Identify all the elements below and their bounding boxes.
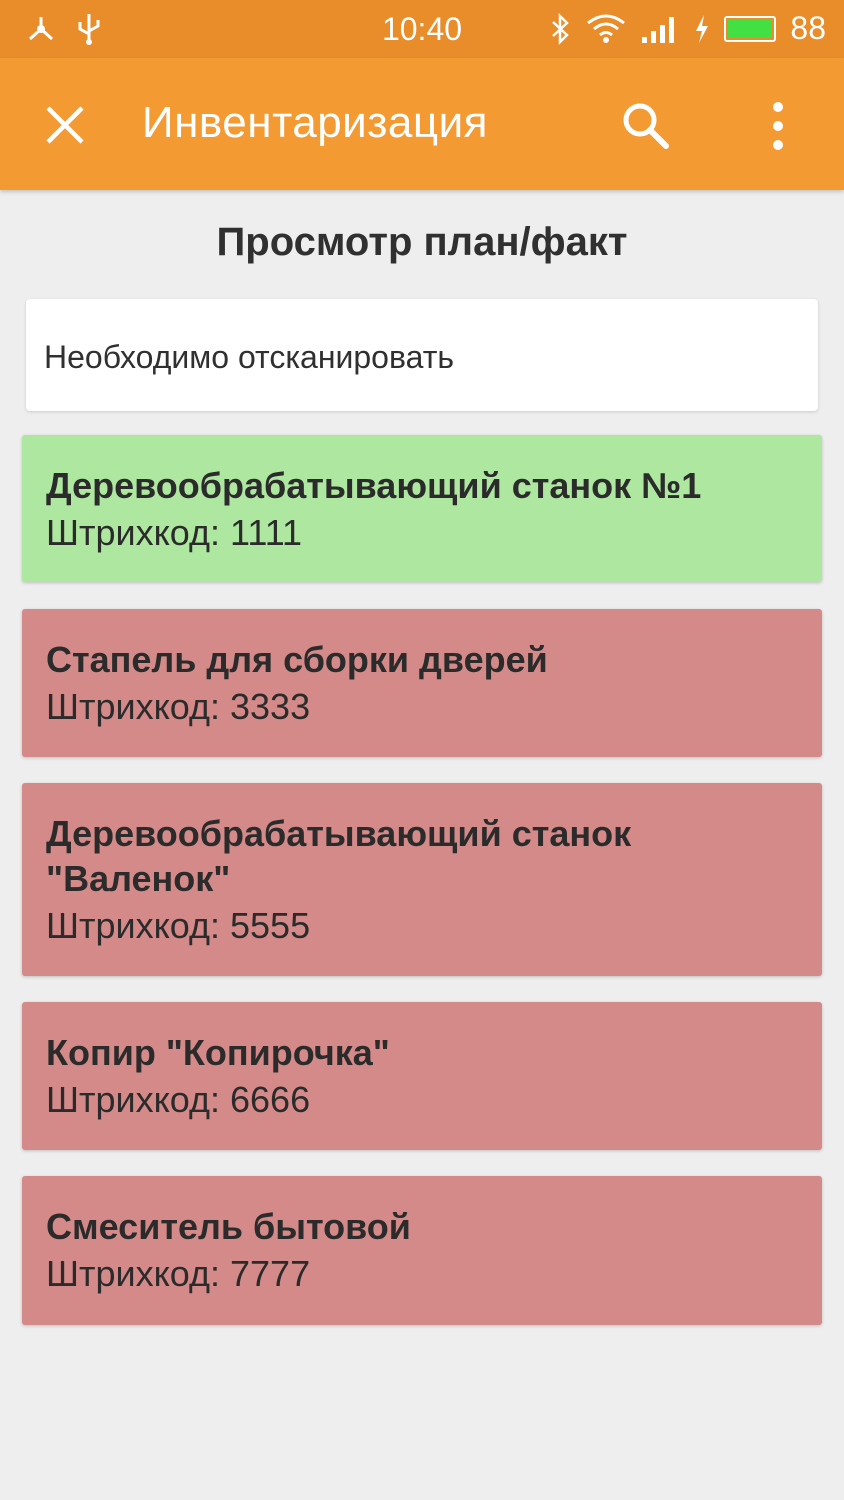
list-item[interactable]: Смеситель бытовой Штрихкод: 7777 <box>22 1176 822 1325</box>
close-icon[interactable] <box>42 102 88 148</box>
battery-level: 88 <box>790 10 826 46</box>
battery-icon <box>724 15 777 42</box>
search-icon[interactable] <box>620 100 672 152</box>
item-barcode: Штрихкод: 6666 <box>46 1079 311 1120</box>
item-barcode: Штрихкод: 5555 <box>46 905 311 946</box>
app-title: Инвентаризация <box>142 98 489 147</box>
bluetooth-icon <box>552 12 570 45</box>
item-name: Стапель для сборки дверей <box>46 639 548 680</box>
item-name: Копир "Копирочка" <box>46 1032 390 1073</box>
item-barcode: Штрихкод: 1111 <box>46 512 303 553</box>
list-item[interactable]: Деревообрабатывающий станок "Валенок" Шт… <box>22 783 822 976</box>
item-name: Деревообрабатывающий станок "Валенок" <box>46 813 632 899</box>
charging-icon <box>696 14 709 43</box>
list-item[interactable]: Стапель для сборки дверей Штрихкод: 3333 <box>22 609 822 757</box>
page-title: Просмотр план/факт <box>216 220 628 264</box>
status-bar: 10:40 88 <box>0 0 844 58</box>
list-item[interactable]: Копир "Копирочка" Штрихкод: 6666 <box>22 1002 822 1150</box>
section-label: Необходимо отсканировать <box>44 339 455 375</box>
item-name: Деревообрабатывающий станок №1 <box>46 465 702 506</box>
signal-icon <box>642 16 675 43</box>
app-bar: Инвентаризация <box>0 58 844 190</box>
status-right-icons: 88 <box>550 10 826 47</box>
item-name: Смеситель бытовой <box>46 1206 411 1247</box>
item-barcode: Штрихкод: 3333 <box>46 686 311 727</box>
more-vert-icon[interactable] <box>764 100 792 152</box>
section-header-card: Необходимо отсканировать <box>26 299 818 411</box>
item-barcode: Штрихкод: 7777 <box>46 1253 311 1294</box>
wifi-icon <box>587 14 626 43</box>
list-item[interactable]: Деревообрабатывающий станок №1 Штрихкод:… <box>22 435 822 582</box>
